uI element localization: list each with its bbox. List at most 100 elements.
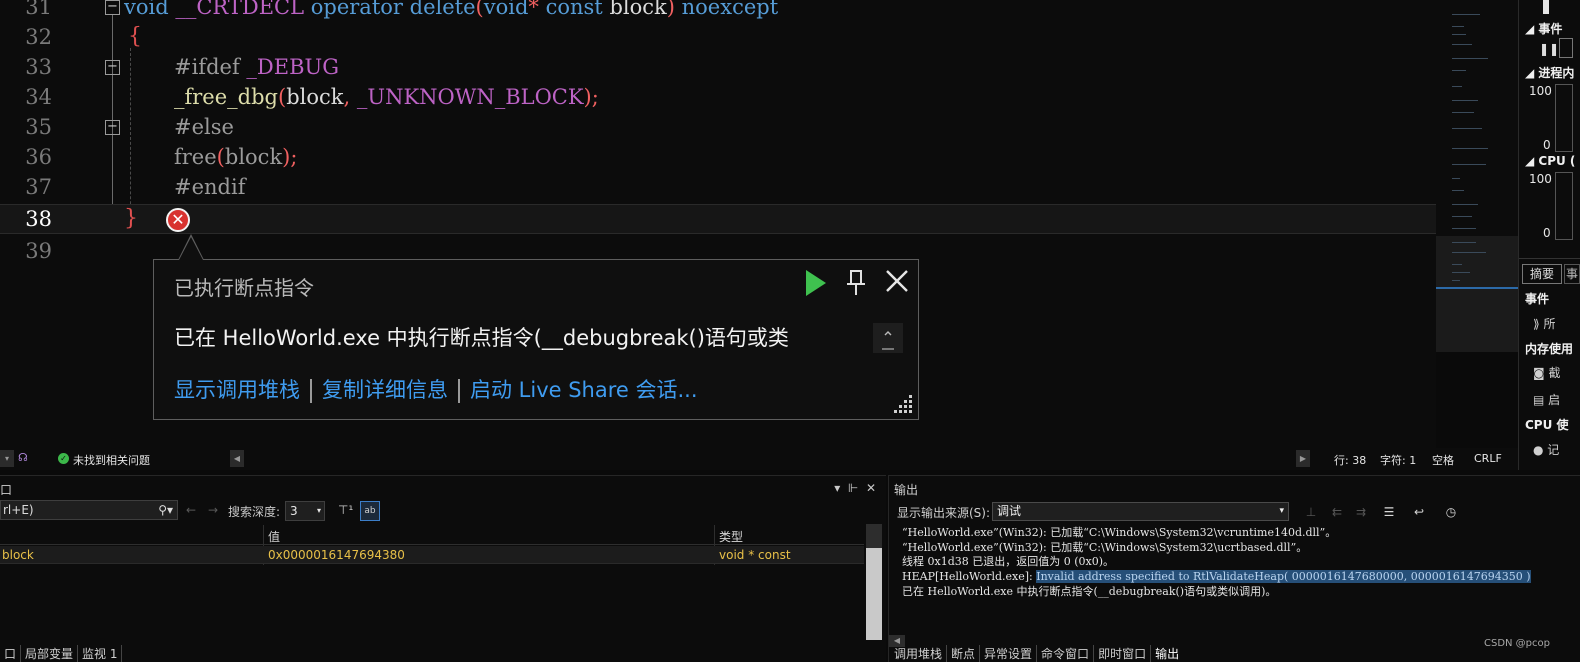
tab-breakpoints[interactable]: 断点 <box>947 645 981 662</box>
cpu-axis-min: 0 <box>1543 226 1551 240</box>
scroll-up-icon <box>882 331 894 350</box>
code-line-31[interactable]: 31 − void __CRTDECL operator delete(void… <box>0 0 1436 22</box>
window-controls[interactable]: ▾ ⊩ ✕ <box>834 481 876 495</box>
code-line-34[interactable]: 34 _free_dbg(block, _UNKNOWN_BLOCK); <box>0 82 1436 112</box>
code-line-35[interactable]: 35 − #else <box>0 112 1436 142</box>
continue-icon[interactable] <box>806 270 826 296</box>
search-depth-label: 搜索深度: <box>228 505 281 519</box>
zoom-dropdown[interactable]: ▾ <box>0 450 14 467</box>
memory-axis-min: 0 <box>1543 138 1551 152</box>
tab-output[interactable]: 输出 <box>1151 645 1183 662</box>
hex-display-icon[interactable]: ab <box>360 501 380 521</box>
whitespace-indicator[interactable]: 空格 <box>1432 452 1454 468</box>
minimap-caret-line <box>1436 287 1518 289</box>
column-type[interactable]: 类型 <box>719 528 743 545</box>
window-title: 口 <box>0 483 13 497</box>
grid-header: 值 类型 <box>0 525 864 545</box>
events-track <box>1559 38 1573 58</box>
code-editor[interactable]: 31 − void __CRTDECL operator delete(void… <box>0 0 1436 448</box>
enable-item[interactable]: ▤ 启 <box>1533 391 1560 408</box>
clear-all-icon[interactable]: ☰ <box>1381 504 1397 520</box>
scrollbar-thumb[interactable] <box>866 548 882 640</box>
line-number: 35 <box>25 115 52 139</box>
code-line-38-current[interactable]: 38 } <box>0 204 1436 234</box>
timestamp-icon[interactable]: ◷ <box>1443 504 1459 520</box>
code-line-32[interactable]: 32 { <box>0 22 1436 52</box>
resize-grip-icon[interactable] <box>892 393 914 415</box>
code-line-36[interactable]: 36 free(block); <box>0 142 1436 172</box>
line-ending-indicator[interactable]: CRLF <box>1474 452 1502 465</box>
scroll-right-button[interactable]: ▶ <box>1296 450 1310 467</box>
output-window: 输出 显示输出来源(S): 调试 ▾ ⊥ ⇇ ⇉ ☰ ↩ ◷ “HelloWorl… <box>888 475 1580 662</box>
code-line-33[interactable]: 33 − #ifdef _DEBUG <box>0 52 1436 82</box>
output-source-label: 显示输出来源(S): <box>897 506 991 520</box>
line-indicator[interactable]: 行: 38 <box>1334 452 1366 468</box>
line-number: 36 <box>25 145 52 169</box>
tab-events[interactable]: 事 <box>1564 264 1580 284</box>
popup-actions: 显示调用堆栈 复制详细信息 启动 Live Share 会话... <box>174 374 698 404</box>
search-icon[interactable]: ⚲▾ <box>158 501 173 519</box>
column-value[interactable]: 值 <box>268 528 280 545</box>
code-line-37[interactable]: 37 #endif <box>0 172 1436 202</box>
table-row[interactable]: block 0x0000016147694380 void * const <box>0 546 864 564</box>
goto-previous-icon[interactable]: ⊥ <box>1303 504 1319 520</box>
code-text: free(block); <box>174 145 298 169</box>
pin-icon[interactable] <box>846 269 866 297</box>
tab-immediate-window[interactable]: 即时窗口 <box>1094 645 1152 662</box>
tab-call-stack[interactable]: 调用堆栈 <box>890 645 948 662</box>
pause-icon[interactable]: ❚❚ <box>1539 42 1559 56</box>
start-live-share-link[interactable]: 启动 Live Share 会话... <box>470 378 698 402</box>
back-arrow-icon[interactable]: ← <box>186 503 196 517</box>
line-number: 33 <box>25 55 52 79</box>
check-icon: ✓ <box>58 453 69 464</box>
window-title: 输出 <box>894 483 919 497</box>
message-scrollbar[interactable] <box>873 323 903 353</box>
output-text[interactable]: “HelloWorld.exe”(Win32): 已加载“C:\Windows\… <box>902 526 1531 600</box>
output-source-select[interactable]: 调试 ▾ <box>992 502 1289 521</box>
cell-name: block <box>2 548 34 562</box>
find-previous-icon[interactable]: ⇇ <box>1329 504 1345 520</box>
column-indicator[interactable]: 字符: 1 <box>1380 452 1416 468</box>
pin-icon[interactable]: ⊤¹ <box>338 503 353 517</box>
record-item[interactable]: ● 记 <box>1533 441 1559 458</box>
show-call-stack-link[interactable]: 显示调用堆栈 <box>174 378 300 402</box>
process-memory-header[interactable]: ◢ 进程内 <box>1525 64 1574 81</box>
search-depth-select[interactable]: 3 ▾ <box>285 501 325 521</box>
tab-autos[interactable]: 口 <box>0 645 22 662</box>
issues-status[interactable]: 未找到相关问题 <box>73 452 150 468</box>
memory-graph <box>1555 84 1573 152</box>
output-line: “HelloWorld.exe”(Win32): 已加载“C:\Windows\… <box>902 540 1308 554</box>
word-wrap-icon[interactable]: ↩ <box>1411 504 1427 520</box>
copy-details-link[interactable]: 复制详细信息 <box>322 378 448 402</box>
section-cpu: CPU 使 <box>1525 418 1569 432</box>
collapse-icon[interactable]: − <box>105 0 120 15</box>
section-memory: 内存使用 <box>1525 342 1574 356</box>
search-input[interactable]: rl+E) ⚲▾ <box>0 500 178 520</box>
tab-locals[interactable]: 局部变量 <box>21 645 79 662</box>
snapshot-item[interactable]: ◙ 截 <box>1533 364 1560 381</box>
events-header[interactable]: ◢ 事件 <box>1525 20 1562 37</box>
tab-summary[interactable]: 摘要 <box>1522 264 1562 284</box>
tab-exception-settings[interactable]: 异常设置 <box>980 645 1038 662</box>
collapse-icon[interactable]: − <box>105 60 120 75</box>
cell-value[interactable]: 0x0000016147694380 <box>268 548 405 562</box>
error-icon[interactable]: ✕ <box>166 208 190 232</box>
tab-watch-1[interactable]: 监视 1 <box>78 645 123 662</box>
autos-window: 口 ▾ ⊩ ✕ rl+E) ⚲▾ ← → 搜索深度: 3 ▾ ⊤¹ ab 值 类型… <box>0 475 886 662</box>
code-text: { <box>128 24 142 49</box>
find-next-icon[interactable]: ⇉ <box>1353 504 1369 520</box>
collapse-icon[interactable]: − <box>105 120 120 135</box>
cpu-header[interactable]: ◢ CPU ( <box>1525 154 1575 168</box>
cpu-graph <box>1555 172 1573 240</box>
selected-text: Invalid address specified to RtlValidate… <box>1036 570 1531 584</box>
code-text: #ifdef _DEBUG <box>174 55 339 79</box>
forward-arrow-icon[interactable]: → <box>208 503 218 517</box>
code-text: void __CRTDECL operator delete(void* con… <box>124 0 779 19</box>
scroll-left-button[interactable]: ◀ <box>230 450 244 467</box>
minimap-viewport[interactable] <box>1436 236 1518 352</box>
tab-command-window[interactable]: 命令窗口 <box>1037 645 1095 662</box>
intellicode-icon[interactable]: ☊ <box>18 451 28 464</box>
timeline-marker <box>1543 0 1549 14</box>
events-item[interactable]: ⟫ 所 <box>1533 315 1556 332</box>
close-icon[interactable] <box>884 268 910 294</box>
